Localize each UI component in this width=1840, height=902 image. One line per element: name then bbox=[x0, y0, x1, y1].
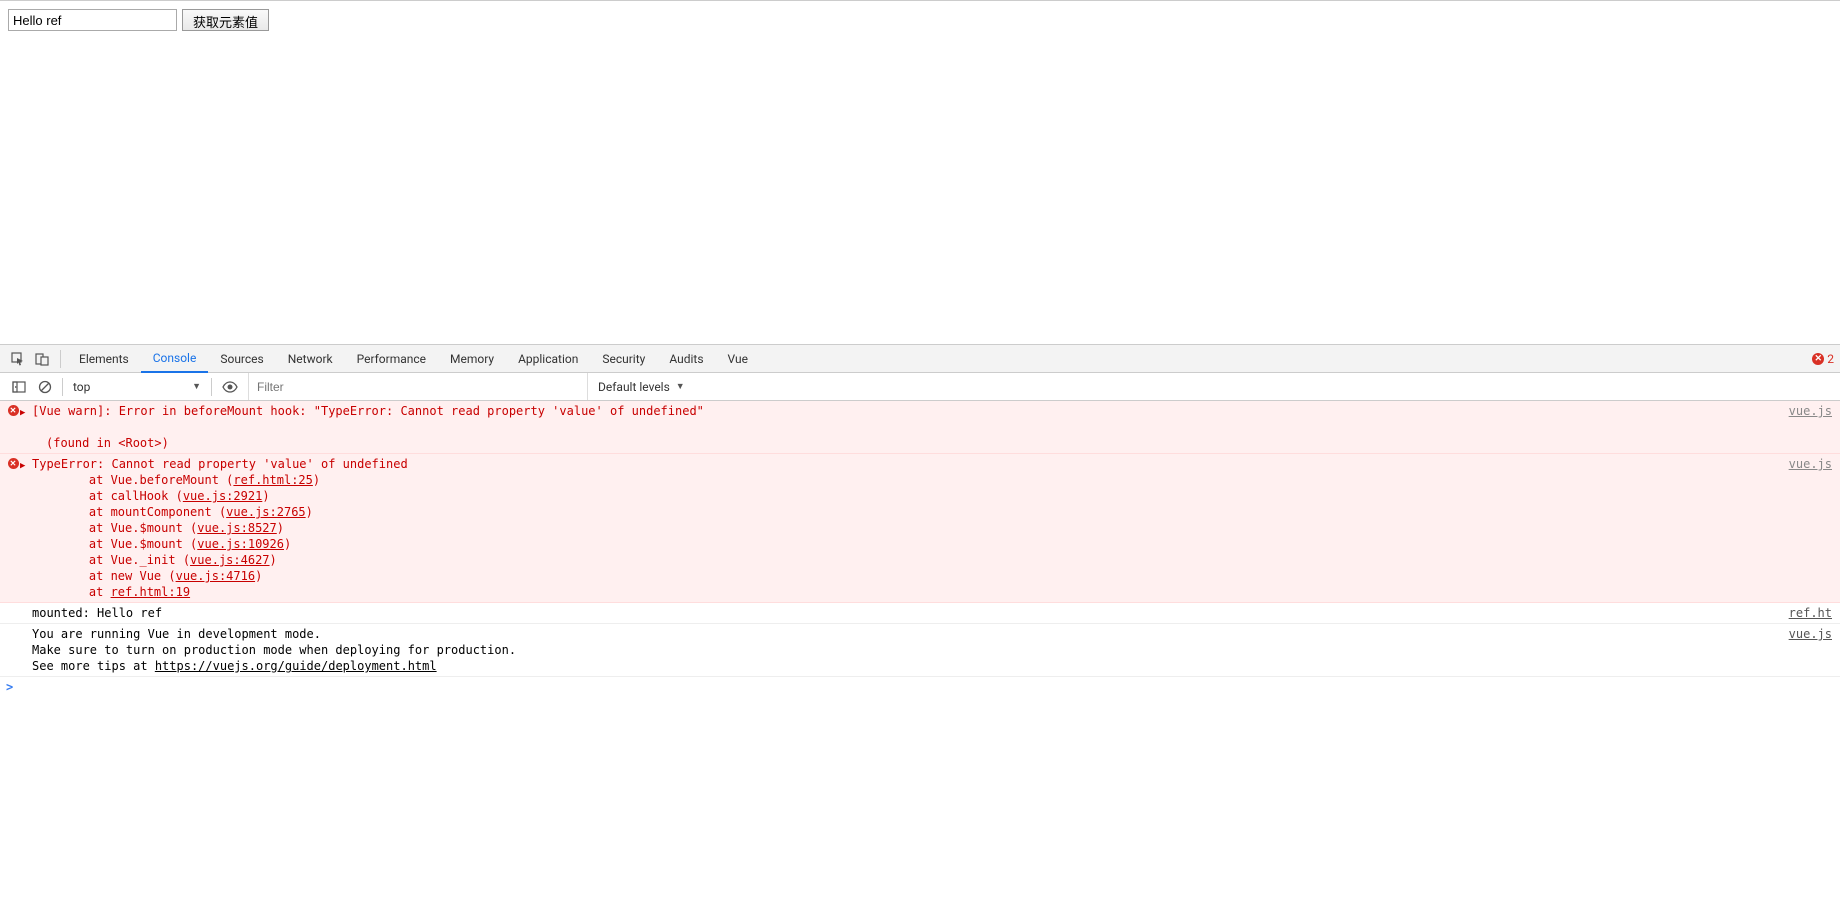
devtools-tabbar: Elements Console Sources Network Perform… bbox=[0, 345, 1840, 373]
context-label: top bbox=[73, 380, 90, 394]
source-link[interactable]: ref.ht bbox=[1789, 605, 1834, 621]
source-link[interactable]: vue.js bbox=[1789, 456, 1834, 600]
source-link[interactable]: vue.js bbox=[1789, 626, 1834, 674]
inspect-icon[interactable] bbox=[10, 351, 26, 367]
source-link[interactable]: vue.js bbox=[1789, 403, 1834, 451]
error-icon: ✕ bbox=[6, 403, 20, 451]
console-log-row: mounted: Hello ref ref.ht bbox=[0, 603, 1840, 624]
log-message: [Vue warn]: Error in beforeMount hook: "… bbox=[30, 403, 1789, 451]
divider bbox=[211, 378, 212, 396]
get-value-button[interactable]: 获取元素值 bbox=[182, 9, 269, 31]
tips-link[interactable]: https://vuejs.org/guide/deployment.html bbox=[155, 659, 437, 673]
log-message: TypeError: Cannot read property 'value' … bbox=[30, 456, 1789, 600]
tab-network[interactable]: Network bbox=[276, 345, 345, 373]
tab-vue[interactable]: Vue bbox=[716, 345, 760, 373]
tab-console[interactable]: Console bbox=[141, 345, 209, 373]
tab-elements[interactable]: Elements bbox=[67, 345, 141, 373]
page-content: 获取元素值 bbox=[0, 0, 1840, 344]
console-prompt[interactable]: > bbox=[0, 677, 1840, 697]
divider bbox=[62, 378, 63, 396]
dropdown-icon: ▼ bbox=[676, 381, 685, 392]
error-icon: ✕ bbox=[6, 456, 20, 600]
log-message: You are running Vue in development mode.… bbox=[20, 626, 1789, 674]
ref-input[interactable] bbox=[8, 9, 177, 31]
stack-link[interactable]: vue.js:8527 bbox=[197, 521, 276, 535]
console-error-row: ✕ ▶ TypeError: Cannot read property 'val… bbox=[0, 454, 1840, 603]
spacer bbox=[6, 626, 20, 674]
spacer bbox=[6, 605, 20, 621]
devtools-panel: Elements Console Sources Network Perform… bbox=[0, 344, 1840, 697]
stack-link[interactable]: vue.js:2765 bbox=[226, 505, 305, 519]
stack-link[interactable]: ref.html:25 bbox=[233, 473, 312, 487]
error-count: 2 bbox=[1827, 352, 1834, 366]
dropdown-icon: ▼ bbox=[192, 381, 201, 392]
stack-link[interactable]: ref.html:19 bbox=[111, 585, 190, 599]
console-sidebar-toggle-icon[interactable] bbox=[10, 378, 28, 396]
stack-link[interactable]: vue.js:4627 bbox=[190, 553, 269, 567]
stack-link[interactable]: vue.js:2921 bbox=[183, 489, 262, 503]
context-selector[interactable]: top ▼ bbox=[67, 380, 207, 394]
filter-input[interactable] bbox=[248, 373, 588, 400]
clear-console-icon[interactable] bbox=[36, 378, 54, 396]
console-output: ✕ ▶ [Vue warn]: Error in beforeMount hoo… bbox=[0, 401, 1840, 697]
error-count-badge[interactable]: ✕ 2 bbox=[1812, 352, 1834, 366]
live-expression-icon[interactable] bbox=[220, 377, 240, 397]
prompt-icon: > bbox=[6, 679, 13, 695]
console-log-row: You are running Vue in development mode.… bbox=[0, 624, 1840, 677]
tab-sources[interactable]: Sources bbox=[208, 345, 275, 373]
tab-security[interactable]: Security bbox=[590, 345, 657, 373]
divider bbox=[60, 350, 61, 368]
log-levels-selector[interactable]: Default levels ▼ bbox=[588, 380, 695, 394]
console-error-row: ✕ ▶ [Vue warn]: Error in beforeMount hoo… bbox=[0, 401, 1840, 454]
tab-memory[interactable]: Memory bbox=[438, 345, 506, 373]
expand-icon[interactable]: ▶ bbox=[20, 403, 30, 451]
log-message: mounted: Hello ref bbox=[20, 605, 1789, 621]
expand-icon[interactable]: ▶ bbox=[20, 456, 30, 600]
error-icon: ✕ bbox=[1812, 353, 1824, 365]
tab-audits[interactable]: Audits bbox=[657, 345, 715, 373]
levels-label: Default levels bbox=[598, 380, 670, 394]
tab-application[interactable]: Application bbox=[506, 345, 590, 373]
device-toggle-icon[interactable] bbox=[34, 351, 50, 367]
console-toolbar: top ▼ Default levels ▼ bbox=[0, 373, 1840, 401]
stack-link[interactable]: vue.js:10926 bbox=[197, 537, 284, 551]
stack-link[interactable]: vue.js:4716 bbox=[176, 569, 255, 583]
tab-performance[interactable]: Performance bbox=[345, 345, 438, 373]
